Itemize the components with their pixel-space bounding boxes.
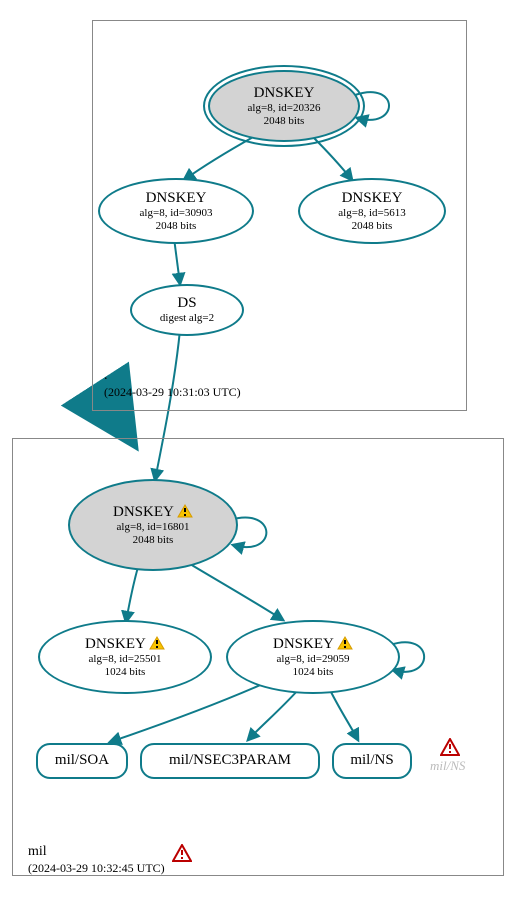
- dnskey-node-mil-ksk[interactable]: DNSKEY alg=8, id=16801 2048 bits: [68, 479, 238, 571]
- node-bits: 2048 bits: [156, 220, 197, 233]
- node-title: DNSKEY: [113, 504, 193, 521]
- node-info: alg=8, id=29059: [277, 653, 350, 666]
- node-info: alg=8, id=25501: [89, 653, 162, 666]
- node-title: DS: [177, 295, 196, 312]
- warning-icon: [149, 636, 165, 652]
- warning-icon: [177, 504, 193, 520]
- node-info: alg=8, id=20326: [248, 102, 321, 115]
- node-title: DNSKEY: [342, 190, 403, 207]
- dnskey-node-mil-zsk-25501[interactable]: DNSKEY alg=8, id=25501 1024 bits: [38, 620, 212, 694]
- zone-name: .: [104, 368, 241, 385]
- node-info: alg=8, id=16801: [117, 521, 190, 534]
- rr-missing-mil-ns: mil/NS: [430, 758, 465, 774]
- zone-name: mil: [28, 844, 165, 861]
- node-title: DNSKEY: [146, 190, 207, 207]
- alert-icon: [172, 844, 192, 865]
- node-bits: 1024 bits: [293, 666, 334, 679]
- ds-node-root[interactable]: DS digest alg=2: [130, 284, 244, 336]
- rr-node-mil-nsec3param[interactable]: mil/NSEC3PARAM: [140, 743, 320, 779]
- node-bits: 2048 bits: [264, 115, 305, 128]
- dnskey-node-root-ksk[interactable]: DNSKEY alg=8, id=20326 2048 bits: [208, 70, 360, 142]
- rr-label: mil/SOA: [55, 752, 109, 769]
- node-title: DNSKEY: [254, 85, 315, 102]
- dnskey-node-mil-zsk-29059[interactable]: DNSKEY alg=8, id=29059 1024 bits: [226, 620, 400, 694]
- node-info: alg=8, id=30903: [140, 207, 213, 220]
- node-bits: 1024 bits: [105, 666, 146, 679]
- rr-label: mil/NS: [350, 752, 393, 769]
- dnskey-node-root-zsk-5613[interactable]: DNSKEY alg=8, id=5613 2048 bits: [298, 178, 446, 244]
- node-info: alg=8, id=5613: [338, 207, 405, 220]
- rr-label: mil/NSEC3PARAM: [169, 752, 291, 769]
- node-bits: 2048 bits: [133, 534, 174, 547]
- rr-node-mil-ns[interactable]: mil/NS: [332, 743, 412, 779]
- dnssec-graph: . (2024-03-29 10:31:03 UTC) mil (2024-03…: [0, 0, 512, 914]
- dnskey-node-root-zsk-30903[interactable]: DNSKEY alg=8, id=30903 2048 bits: [98, 178, 254, 244]
- zone-label-root: . (2024-03-29 10:31:03 UTC): [104, 368, 241, 399]
- node-title: DNSKEY: [85, 636, 165, 653]
- zone-label-mil: mil (2024-03-29 10:32:45 UTC): [28, 844, 165, 875]
- rr-node-mil-soa[interactable]: mil/SOA: [36, 743, 128, 779]
- zone-timestamp: (2024-03-29 10:32:45 UTC): [28, 861, 165, 875]
- node-bits: 2048 bits: [352, 220, 393, 233]
- warning-icon: [337, 636, 353, 652]
- alert-icon: [440, 738, 460, 759]
- node-info: digest alg=2: [160, 312, 214, 325]
- zone-timestamp: (2024-03-29 10:31:03 UTC): [104, 385, 241, 399]
- node-title: DNSKEY: [273, 636, 353, 653]
